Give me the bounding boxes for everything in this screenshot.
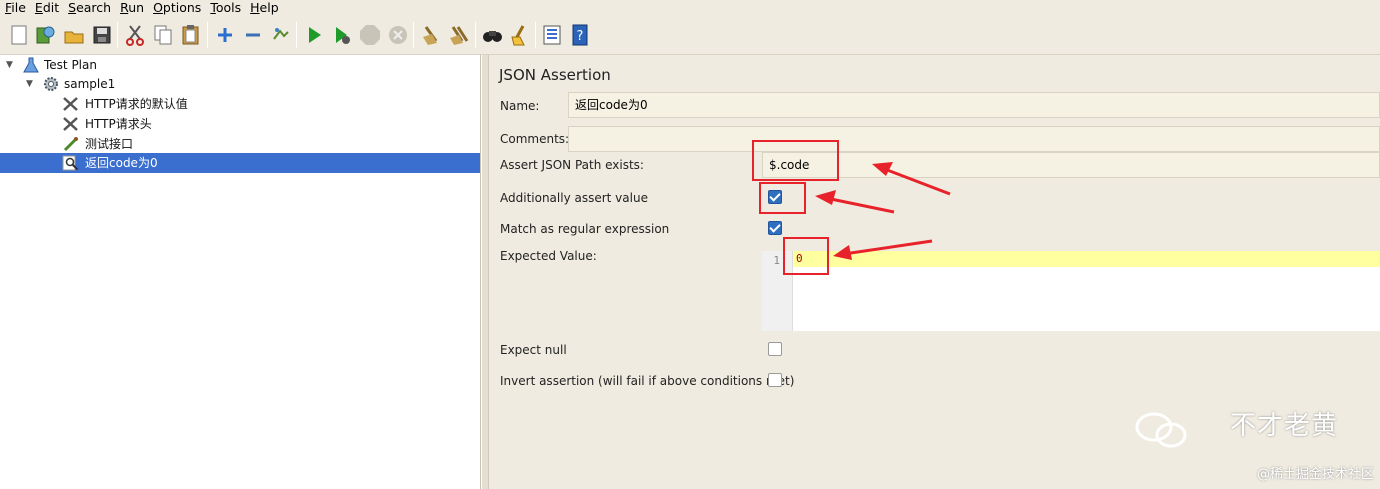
clear-all-icon[interactable]	[448, 23, 470, 47]
help-icon[interactable]: ?	[569, 23, 591, 47]
svg-text:?: ?	[577, 29, 584, 44]
tree-item-sample1[interactable]: ▼ sample1	[0, 74, 480, 94]
magnifier-icon	[62, 155, 79, 171]
paste-icon[interactable]	[180, 23, 202, 47]
regex-label: Match as regular expression	[500, 222, 670, 236]
panel-title: JSON Assertion	[499, 66, 611, 84]
menu-options[interactable]: Options	[148, 0, 205, 16]
open-icon[interactable]	[63, 23, 85, 47]
highlight-box	[783, 237, 829, 275]
tree-item-test-api[interactable]: 测试接口	[0, 134, 480, 154]
menu-search[interactable]: Search	[63, 0, 115, 16]
function-helper-icon[interactable]	[541, 23, 563, 47]
cut-icon[interactable]	[124, 23, 146, 47]
editor-current-line: 0	[793, 251, 1380, 267]
new-icon[interactable]	[8, 23, 30, 47]
chevron-down-icon[interactable]: ▼	[26, 74, 36, 94]
templates-icon[interactable]	[34, 23, 56, 47]
tree-item-test-plan[interactable]: ▼ Test Plan	[0, 55, 480, 75]
toolbar-separator	[413, 22, 414, 48]
clear-icon[interactable]	[420, 23, 442, 47]
chevron-down-icon[interactable]: ▼	[6, 55, 16, 75]
search-icon[interactable]	[481, 23, 503, 47]
save-icon[interactable]	[91, 23, 113, 47]
menu-edit[interactable]: Edit	[30, 0, 63, 16]
menu-tools[interactable]: Tools	[205, 0, 245, 16]
watermark-credit: @稀土掘金技术社区	[1256, 467, 1374, 482]
toolbar-separator	[117, 22, 118, 48]
menu-run[interactable]: Run	[115, 0, 148, 16]
toolbar-separator	[207, 22, 208, 48]
name-label: Name:	[500, 99, 540, 113]
wrench-icon	[63, 117, 78, 131]
copy-icon[interactable]	[152, 23, 174, 47]
highlight-box	[752, 140, 839, 181]
start-no-pause-icon[interactable]	[331, 23, 353, 47]
additionally-assert-label: Additionally assert value	[500, 191, 648, 205]
watermark-brand: 不才老黄	[1229, 411, 1338, 441]
pane-splitter[interactable]	[481, 55, 489, 489]
wrench-icon	[63, 97, 78, 111]
gear-icon	[44, 77, 58, 91]
tree-item-http-header[interactable]: HTTP请求头	[0, 114, 480, 134]
collapse-icon[interactable]	[242, 23, 264, 47]
comments-field[interactable]	[568, 126, 1380, 152]
test-plan-tree: ▼ Test Plan ▼ sample1 HTTP请求的默认值 HTTP请求头…	[0, 55, 481, 489]
menu-file[interactable]: File	[0, 0, 30, 16]
pipette-icon	[63, 137, 78, 152]
highlight-box	[759, 182, 806, 214]
expected-value-editor[interactable]: 1 0	[762, 251, 1380, 331]
reset-search-icon[interactable]	[509, 23, 531, 47]
toolbar-separator	[296, 22, 297, 48]
toggle-icon[interactable]	[270, 23, 292, 47]
name-field[interactable]: 返回code为0	[568, 92, 1380, 118]
stop-icon[interactable]	[359, 23, 381, 47]
tree-item-http-defaults[interactable]: HTTP请求的默认值	[0, 94, 480, 114]
json-path-field[interactable]: $.code	[762, 152, 1380, 178]
menu-help[interactable]: Help	[245, 0, 283, 16]
invert-assertion-checkbox[interactable]	[768, 373, 782, 387]
json-path-label: Assert JSON Path exists:	[500, 158, 644, 172]
toolbar: ?	[0, 17, 1380, 55]
toolbar-separator	[475, 22, 476, 48]
wechat-icon	[1135, 412, 1187, 448]
regex-checkbox[interactable]	[768, 221, 782, 235]
expect-null-checkbox[interactable]	[768, 342, 782, 356]
line-number: 1	[773, 254, 780, 267]
expand-icon[interactable]	[214, 23, 236, 47]
start-icon[interactable]	[303, 23, 325, 47]
expect-null-label: Expect null	[500, 343, 567, 357]
flask-icon	[23, 57, 39, 73]
invert-assertion-label: Invert assertion (will fail if above con…	[500, 374, 795, 388]
toolbar-separator	[535, 22, 536, 48]
tree-item-assertion[interactable]: 返回code为0	[0, 153, 480, 173]
shutdown-icon[interactable]	[387, 23, 409, 47]
comments-label: Comments:	[500, 132, 570, 146]
menu-bar: File Edit Search Run Options Tools Help	[0, 0, 1380, 16]
expected-value-label: Expected Value:	[500, 249, 597, 263]
